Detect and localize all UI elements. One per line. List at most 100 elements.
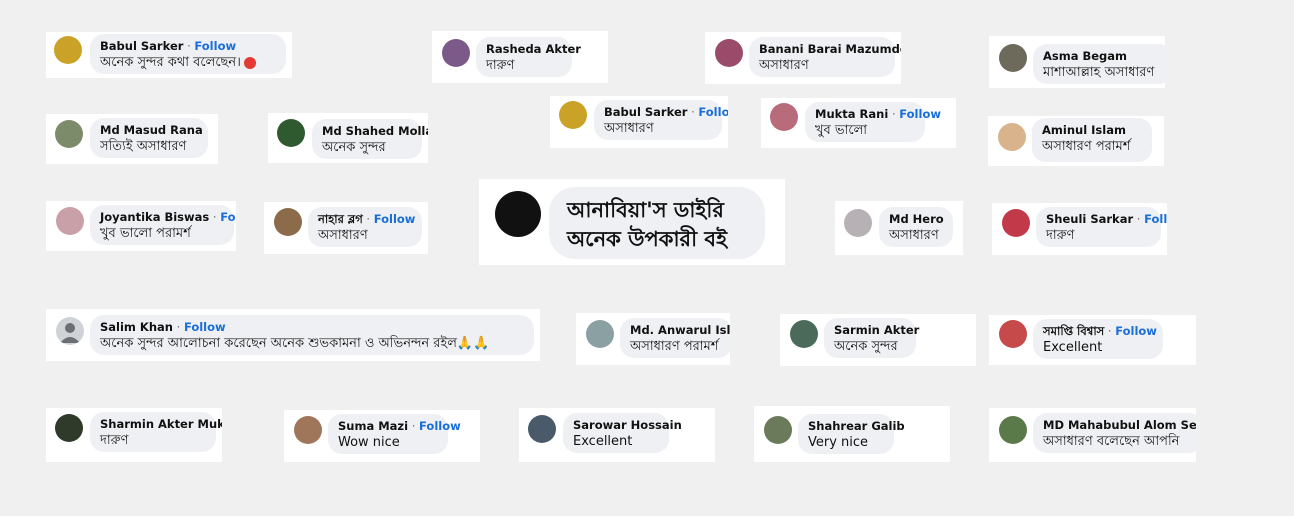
comment-text: অসাধারণ পরামর্শ <box>630 339 719 354</box>
commenter-name[interactable]: Mukta Rani <box>815 107 888 121</box>
comment-text: অনেক সুন্দর আলোচনা করেছেন অনেক শুভকামনা … <box>100 336 490 351</box>
avatar[interactable] <box>999 416 1027 444</box>
commenter-name[interactable]: Asma Begam <box>1043 49 1163 63</box>
avatar[interactable] <box>56 207 84 235</box>
follow-button[interactable]: Follow <box>419 419 461 433</box>
follow-button[interactable]: Follow <box>698 105 728 119</box>
follow-button[interactable]: Follow <box>899 107 941 121</box>
avatar[interactable] <box>528 415 556 443</box>
comment-bubble: নাহার ব্লগ · Follow অসাধারণ <box>308 207 422 247</box>
avatar[interactable] <box>999 320 1027 348</box>
avatar[interactable] <box>294 416 322 444</box>
avatar[interactable] <box>586 320 614 348</box>
comment-card: Shahrear Galib Very nice <box>754 406 950 462</box>
comment-bubble: Mukta Rani · Follow খুব ভালো <box>805 102 941 142</box>
comment-bubble: Salim Khan · Follow অনেক সুন্দর আলোচনা ক… <box>90 315 534 355</box>
comment-bubble: Suma Mazi · Follow Wow nice <box>328 414 461 454</box>
tomato-icon <box>243 56 256 69</box>
avatar[interactable] <box>999 44 1027 72</box>
comment-bubble: Md Shahed Molla অনেক সুন্দর <box>312 119 428 159</box>
comment-card: Md Shahed Molla অনেক সুন্দর <box>268 113 428 163</box>
comment-card: Babul Sarker · Follow অসাধারণ <box>550 96 728 148</box>
avatar[interactable] <box>998 123 1026 151</box>
comment-bubble: Shahrear Galib Very nice <box>798 414 905 454</box>
avatar[interactable] <box>55 120 83 148</box>
comment-text: মাশাআল্লাহ অসাধারণ <box>1043 65 1155 80</box>
commenter-name[interactable]: Suma Mazi <box>338 419 408 433</box>
follow-button[interactable]: Follow <box>1144 212 1167 226</box>
avatar[interactable] <box>764 416 792 444</box>
avatar[interactable] <box>277 119 305 147</box>
avatar[interactable] <box>770 103 798 131</box>
comment-card: Mukta Rani · Follow খুব ভালো <box>761 98 956 148</box>
avatar[interactable] <box>274 208 302 236</box>
comment-bubble: Babul Sarker · Follow অনেক সুন্দর কথা বল… <box>90 34 286 74</box>
comment-text: অসাধারণ বলেছেন আপনি <box>1043 434 1180 449</box>
commenter-name[interactable]: Md. Anwarul Islam <box>630 323 730 337</box>
avatar[interactable] <box>55 414 83 442</box>
commenter-name[interactable]: MD Mahabubul Alom Sentu <box>1043 418 1196 432</box>
comment-card: Md. Anwarul Islam অসাধারণ পরামর্শ <box>576 313 730 365</box>
comment-text: অনেক সুন্দর <box>322 140 386 155</box>
follow-button[interactable]: Follow <box>194 39 236 53</box>
comment-card: Asma Begam মাশাআল্লাহ অসাধারণ <box>989 36 1165 88</box>
comment-text: দারুণ <box>100 433 129 448</box>
commenter-name[interactable]: Md Masud Rana <box>100 123 203 137</box>
comment-card: Md Hero অসাধারণ <box>835 201 963 255</box>
comment-card: Sharmin Akter Mukta দারুণ <box>46 408 222 462</box>
commenter-name[interactable]: Sarowar Hossain <box>573 418 682 432</box>
comment-text: Wow nice <box>338 435 400 450</box>
comment-text: খুব ভালো পরামর্শ <box>100 226 191 241</box>
comment-card: Aminul Islam অসাধারণ পরামর্শ <box>988 116 1164 166</box>
avatar[interactable] <box>442 39 470 67</box>
comment-bubble: সমাপ্তি বিশ্বাস · Follow Excellent <box>1033 319 1163 359</box>
comment-bubble: Babul Sarker · Follow অসাধারণ <box>594 100 728 140</box>
comment-card: Sarowar Hossain Excellent <box>519 408 715 462</box>
commenter-name[interactable]: Babul Sarker <box>100 39 183 53</box>
follow-button[interactable]: Follow <box>374 212 416 226</box>
commenter-name[interactable]: Md Hero <box>889 212 944 226</box>
comment-text: অসাধারণ <box>604 121 654 136</box>
comment-bubble: Md. Anwarul Islam অসাধারণ পরামর্শ <box>620 318 730 358</box>
comment-bubble: Md Masud Rana সত্যিই অসাধারণ <box>90 118 208 158</box>
commenter-name[interactable]: Aminul Islam <box>1042 123 1142 137</box>
avatar[interactable] <box>790 320 818 348</box>
avatar[interactable] <box>495 191 541 237</box>
comment-text: অনেক সুন্দর <box>834 339 898 354</box>
commenter-name[interactable]: Sarmin Akter <box>834 323 919 337</box>
avatar[interactable] <box>715 39 743 67</box>
comment-text: দারুণ <box>1046 228 1075 243</box>
commenter-name[interactable]: Sharmin Akter Mukta <box>100 417 222 431</box>
commenter-name[interactable]: নাহার ব্লগ <box>318 212 363 226</box>
comment-bubble: Banani Barai Mazumder অসাধারণ <box>749 37 901 77</box>
avatar[interactable] <box>844 209 872 237</box>
comment-card: MD Mahabubul Alom Sentu অসাধারণ বলেছেন আ… <box>989 408 1196 462</box>
comment-card: Babul Sarker · Follow অনেক সুন্দর কথা বল… <box>46 32 292 78</box>
comment-card: সমাপ্তি বিশ্বাস · Follow Excellent <box>989 315 1196 365</box>
comment-bubble: Sarowar Hossain Excellent <box>563 413 682 453</box>
avatar[interactable] <box>54 36 82 64</box>
comment-text: Excellent <box>1043 340 1103 355</box>
commenter-name[interactable]: Sheuli Sarkar <box>1046 212 1133 226</box>
avatar[interactable] <box>559 101 587 129</box>
follow-button[interactable]: Follow <box>184 320 226 334</box>
commenter-name[interactable]: Md Shahed Molla <box>322 124 428 138</box>
commenter-name[interactable]: Babul Sarker <box>604 105 687 119</box>
commenter-name[interactable]: Salim Khan <box>100 320 173 334</box>
featured-line-2: অনেক উপকারী বই <box>567 227 728 251</box>
comment-card: Salim Khan · Follow অনেক সুন্দর আলোচনা ক… <box>46 309 540 361</box>
avatar[interactable] <box>56 317 84 345</box>
follow-button[interactable]: Follow <box>1115 324 1157 338</box>
comment-text: Very nice <box>808 435 869 450</box>
commenter-name[interactable]: Rasheda Akter <box>486 42 581 56</box>
comment-card: Sarmin Akter অনেক সুন্দর <box>780 314 976 366</box>
follow-button[interactable]: Follow <box>220 210 236 224</box>
comment-card: Joyantika Biswas · Follow খুব ভালো পরামর… <box>46 201 236 251</box>
avatar[interactable] <box>1002 209 1030 237</box>
comment-card: Suma Mazi · Follow Wow nice <box>284 410 480 462</box>
commenter-name[interactable]: Shahrear Galib <box>808 419 905 433</box>
comment-bubble: Asma Begam মাশাআল্লাহ অসাধারণ <box>1033 44 1165 84</box>
commenter-name[interactable]: Banani Barai Mazumder <box>759 42 901 56</box>
commenter-name[interactable]: Joyantika Biswas <box>100 210 209 224</box>
commenter-name[interactable]: সমাপ্তি বিশ্বাস <box>1043 324 1104 338</box>
